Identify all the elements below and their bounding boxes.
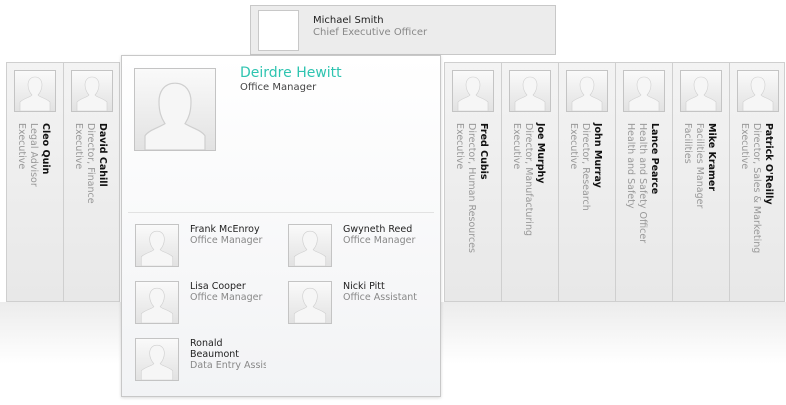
report-title: Data Entry Assistant: [190, 360, 266, 371]
ceo-photo: [258, 10, 299, 51]
avatar-silhouette-icon: [452, 70, 494, 112]
column-text: David Cahill Director, Finance Executive: [72, 123, 108, 298]
column-text: Joe Murphy Director, Manufacturing Executi…: [510, 123, 546, 298]
person-name: Lance Pearce: [649, 123, 660, 195]
person-title: Director, Finance: [85, 123, 96, 204]
report-title: Office Manager: [190, 235, 263, 246]
department-column[interactable]: Fred Cubis Director, Human Resources Execu…: [444, 62, 501, 302]
direct-report[interactable]: Nicki Pitt Office Assistant: [288, 281, 438, 325]
avatar-silhouette-icon: [737, 70, 779, 112]
expanded-name: Deirdre Hewitt: [240, 65, 342, 81]
ceo-card[interactable]: Michael Smith Chief Executive Officer: [250, 5, 556, 55]
report-name: Nicki Pitt: [343, 281, 385, 292]
divider: [128, 212, 434, 213]
person-department: Executive: [739, 123, 750, 170]
column-text: John Murray Director, Research Executive: [567, 123, 603, 298]
person-name: David Cahill: [97, 123, 108, 187]
avatar-silhouette-icon: [135, 281, 179, 324]
person-department: Facilities: [682, 123, 693, 164]
person-title: Facilities Manager: [694, 123, 705, 209]
avatar-silhouette-icon: [288, 224, 332, 267]
expanded-title: Office Manager: [240, 82, 317, 93]
department-column[interactable]: Cleo Quin Legal Advisor Executive: [6, 62, 63, 302]
direct-report[interactable]: Frank McEnroy Office Manager: [135, 224, 285, 268]
report-name: Lisa Cooper: [190, 281, 246, 292]
avatar-silhouette-icon: [288, 281, 332, 324]
ceo-name: Michael Smith: [313, 15, 384, 26]
person-department: Executive: [73, 123, 84, 170]
department-column[interactable]: Lance Pearce Health and Safety Officer Hea…: [615, 62, 672, 302]
report-title: Office Manager: [190, 292, 263, 303]
report-title: Office Assistant: [343, 292, 418, 303]
person-title: Director, Sales & Marketing: [751, 123, 762, 254]
person-title: Legal Advisor: [28, 123, 39, 187]
ceo-title: Chief Executive Officer: [313, 27, 428, 38]
person-title: Director, Human Resources: [466, 123, 477, 253]
avatar-silhouette-icon: [566, 70, 608, 112]
department-column[interactable]: Joe Murphy Director, Manufacturing Executi…: [501, 62, 558, 302]
column-text: Cleo Quin Legal Advisor Executive: [15, 123, 51, 298]
department-column[interactable]: David Cahill Director, Finance Executive: [63, 62, 120, 302]
person-name: Cleo Quin: [40, 123, 51, 175]
avatar-silhouette-icon: [680, 70, 722, 112]
expanded-person-card[interactable]: Deirdre Hewitt Office Manager Frank McEn…: [121, 55, 441, 397]
person-name: John Murray: [592, 123, 603, 188]
person-title: Director, Manufacturing: [523, 123, 534, 236]
person-name: Joe Murphy: [535, 123, 546, 184]
avatar-silhouette-icon: [14, 70, 56, 112]
department-column[interactable]: Mike Kramer Facilities Manager Facilities: [672, 62, 729, 302]
column-text: Lance Pearce Health and Safety Officer Hea…: [624, 123, 660, 298]
person-name: Mike Kramer: [706, 123, 717, 192]
person-name: Patrick O'Reilly: [763, 123, 774, 205]
person-title: Director, Research: [580, 123, 591, 211]
direct-report[interactable]: Gwyneth Reed Office Manager: [288, 224, 438, 268]
column-text: Fred Cubis Director, Human Resources Execu…: [453, 123, 489, 298]
person-title: Health and Safety Officer: [637, 123, 648, 244]
column-text: Patrick O'Reilly Director, Sales & Market…: [738, 123, 774, 298]
direct-report[interactable]: Ronald BeaumontData Entry Assistant: [135, 338, 285, 382]
person-department: Health and Safety: [625, 123, 636, 209]
person-department: Executive: [568, 123, 579, 170]
avatar-silhouette-icon: [135, 224, 179, 267]
avatar-silhouette-icon: [509, 70, 551, 112]
person-department: Executive: [454, 123, 465, 170]
column-text: Mike Kramer Facilities Manager Facilities: [681, 123, 717, 298]
department-column[interactable]: John Murray Director, Research Executive: [558, 62, 615, 302]
report-name: Gwyneth Reed: [343, 224, 413, 235]
avatar-silhouette-icon: [134, 68, 216, 151]
person-name: Fred Cubis: [478, 123, 489, 180]
avatar-silhouette-icon: [71, 70, 113, 112]
direct-report[interactable]: Lisa Cooper Office Manager: [135, 281, 285, 325]
person-department: Executive: [511, 123, 522, 170]
department-column[interactable]: Patrick O'Reilly Director, Sales & Market…: [729, 62, 785, 302]
avatar-silhouette-icon: [135, 338, 179, 381]
report-name: Frank McEnroy: [190, 224, 260, 235]
person-department: Executive: [16, 123, 27, 170]
report-name: Ronald Beaumont: [190, 338, 240, 360]
avatar-silhouette-icon: [623, 70, 665, 112]
report-title: Office Manager: [343, 235, 416, 246]
